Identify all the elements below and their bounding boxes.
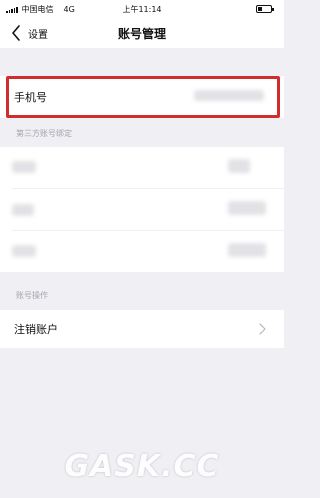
- account-ops-header: 账号操作: [16, 291, 48, 300]
- third-party-status-redacted: [228, 159, 250, 173]
- section-spacer: [0, 48, 284, 75]
- third-party-name-redacted: [12, 161, 36, 173]
- cancel-account-row[interactable]: 注销账户: [0, 310, 284, 348]
- navigation-bar: 设置 账号管理: [0, 18, 284, 48]
- battery-icon: [256, 5, 274, 13]
- phone-label: 手机号: [14, 91, 47, 104]
- third-party-name-redacted: [12, 204, 34, 216]
- page-title: 账号管理: [117, 27, 166, 41]
- third-party-status-redacted: [228, 201, 266, 215]
- watermark: GASK.CC: [64, 449, 220, 484]
- status-bar: 中国电信 4G 上午11:14: [0, 0, 284, 18]
- third-party-item[interactable]: [0, 189, 284, 230]
- chevron-right-icon: [259, 323, 266, 335]
- third-party-status-redacted: [228, 243, 266, 257]
- third-party-list: [0, 147, 284, 272]
- phone-number-row[interactable]: 手机号: [0, 76, 284, 118]
- phone-value-redacted: [194, 90, 264, 101]
- third-party-item[interactable]: [0, 147, 284, 188]
- third-party-item[interactable]: [0, 231, 284, 272]
- cancel-account-label: 注销账户: [14, 323, 58, 336]
- third-party-name-redacted: [12, 245, 36, 257]
- status-time: 上午11:14: [122, 5, 162, 14]
- third-party-header: 第三方账号绑定: [16, 129, 72, 138]
